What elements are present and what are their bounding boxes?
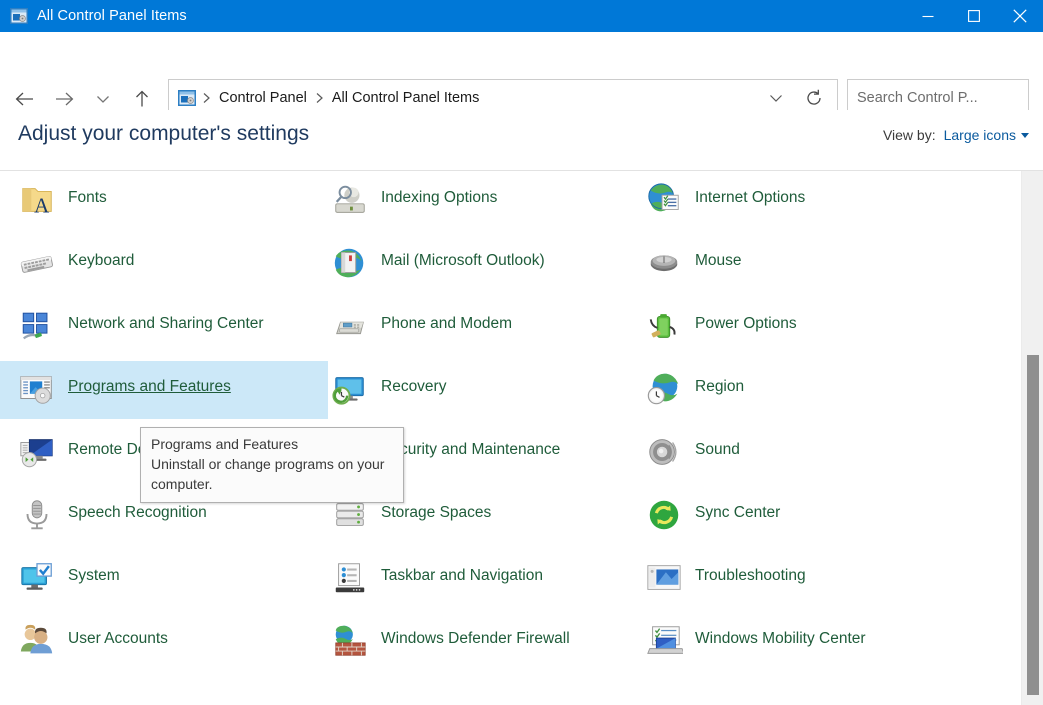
sync-center-icon <box>641 492 687 538</box>
troubleshooting-icon <box>641 555 687 601</box>
control-panel-item-label[interactable]: Recovery <box>373 366 446 399</box>
control-panel-item-label[interactable]: System <box>60 555 120 588</box>
arrow-right-icon <box>54 91 74 107</box>
vertical-scrollbar[interactable] <box>1021 171 1043 705</box>
remote-desktop-icon <box>14 429 60 475</box>
control-panel-item[interactable]: Indexing Options <box>327 172 497 230</box>
control-panel-item-label[interactable]: Network and Sharing Center <box>60 303 264 336</box>
control-panel-item-label[interactable]: Sound <box>687 429 740 462</box>
control-panel-window: All Control Panel Items <box>0 0 1043 705</box>
svg-text:A: A <box>34 193 49 217</box>
refresh-icon <box>805 89 823 107</box>
minimize-icon <box>922 10 934 22</box>
control-panel-item[interactable]: Power Options <box>641 298 797 356</box>
control-panel-item[interactable]: Internet Options <box>641 172 805 230</box>
control-panel-item-label[interactable]: Mail (Microsoft Outlook) <box>373 240 545 273</box>
keyboard-icon <box>14 240 60 286</box>
window-title: All Control Panel Items <box>37 8 187 24</box>
control-panel-item-label[interactable]: User Accounts <box>60 618 168 651</box>
close-icon <box>1013 9 1027 23</box>
control-panel-item-label[interactable]: Windows Defender Firewall <box>373 618 570 651</box>
navigation-bar: Control Panel All Control Panel Items <box>0 32 1043 99</box>
network-sharing-icon <box>14 303 60 349</box>
speech-recognition-icon <box>14 492 60 538</box>
control-panel-icon <box>178 90 196 106</box>
control-panel-item-label[interactable]: Fonts <box>60 177 107 210</box>
sound-icon <box>641 429 687 475</box>
control-panel-item[interactable]: Windows Defender Firewall <box>327 613 570 671</box>
control-panel-item[interactable]: Keyboard <box>14 235 134 293</box>
internet-options-icon <box>641 177 687 223</box>
control-panel-item-label[interactable]: Keyboard <box>60 240 134 273</box>
page-header: Adjust your computer's settings View by:… <box>0 110 1043 170</box>
arrow-up-icon <box>134 90 150 108</box>
mail-icon <box>327 240 373 286</box>
control-panel-item[interactable]: Recovery <box>327 361 446 419</box>
recovery-icon <box>327 366 373 412</box>
arrow-left-icon <box>15 91 35 107</box>
breadcrumb-separator-icon <box>309 92 330 104</box>
mouse-icon <box>641 240 687 286</box>
title-bar: All Control Panel Items <box>0 0 1043 32</box>
search-input[interactable] <box>857 90 1043 106</box>
scrollbar-thumb[interactable] <box>1027 355 1039 695</box>
region-icon <box>641 366 687 412</box>
view-by-value[interactable]: Large icons <box>944 127 1016 143</box>
chevron-down-icon <box>95 93 111 105</box>
control-panel-item[interactable]: Region <box>641 361 744 419</box>
breadcrumb-all-control-panel-items[interactable]: All Control Panel Items <box>330 90 481 106</box>
control-panel-item[interactable]: A Fonts <box>14 172 107 230</box>
control-panel-item[interactable]: Network and Sharing Center <box>14 298 264 356</box>
maximize-icon <box>968 10 980 22</box>
tooltip-title: Programs and Features <box>151 434 393 454</box>
window-controls <box>905 0 1043 32</box>
control-panel-item[interactable]: Phone and Modem <box>327 298 512 356</box>
page-title: Adjust your computer's settings <box>18 122 309 146</box>
caret-down-icon[interactable] <box>1021 133 1029 138</box>
control-panel-item[interactable]: Programs and Features <box>0 361 328 419</box>
control-panel-item[interactable]: System <box>14 550 120 608</box>
control-panel-icon <box>10 8 28 24</box>
control-panel-item-label[interactable]: Power Options <box>687 303 797 336</box>
control-panel-item-label[interactable]: Internet Options <box>687 177 805 210</box>
fonts-icon: A <box>14 177 60 223</box>
power-options-icon <box>641 303 687 349</box>
control-panel-item[interactable]: Sound <box>641 424 740 482</box>
indexing-options-icon <box>327 177 373 223</box>
control-panel-item-label[interactable]: Phone and Modem <box>373 303 512 336</box>
windows-mobility-center-icon <box>641 618 687 664</box>
view-by-control[interactable]: View by: Large icons <box>883 127 1029 143</box>
control-panel-item[interactable]: User Accounts <box>14 613 168 671</box>
control-panel-item-label[interactable]: Region <box>687 366 744 399</box>
minimize-button[interactable] <box>905 0 951 32</box>
view-by-label: View by: <box>883 127 936 143</box>
user-accounts-icon <box>14 618 60 664</box>
control-panel-item[interactable]: Taskbar and Navigation <box>327 550 543 608</box>
control-panel-item-label[interactable]: Windows Mobility Center <box>687 618 866 651</box>
control-panel-item-label[interactable]: Indexing Options <box>373 177 497 210</box>
control-panel-item-label[interactable]: Mouse <box>687 240 742 273</box>
control-panel-item-label[interactable]: Troubleshooting <box>687 555 806 588</box>
maximize-button[interactable] <box>951 0 997 32</box>
programs-features-icon <box>14 366 60 412</box>
control-panel-item-label[interactable]: Taskbar and Navigation <box>373 555 543 588</box>
taskbar-navigation-icon <box>327 555 373 601</box>
windows-defender-firewall-icon <box>327 618 373 664</box>
control-panel-item-label[interactable]: Sync Center <box>687 492 780 525</box>
control-panel-item[interactable]: Mouse <box>641 235 742 293</box>
control-panel-item-label[interactable]: Programs and Features <box>60 366 231 399</box>
tooltip-description: Uninstall or change programs on your com… <box>151 454 393 494</box>
tooltip: Programs and Features Uninstall or chang… <box>140 427 404 503</box>
control-panel-item[interactable]: Troubleshooting <box>641 550 806 608</box>
control-panel-item[interactable]: Mail (Microsoft Outlook) <box>327 235 545 293</box>
breadcrumb-separator-icon <box>196 92 217 104</box>
chevron-down-icon <box>768 92 784 104</box>
control-panel-item[interactable]: Windows Mobility Center <box>641 613 866 671</box>
control-panel-item[interactable]: Sync Center <box>641 487 780 545</box>
close-button[interactable] <box>997 0 1043 32</box>
breadcrumb-control-panel[interactable]: Control Panel <box>217 90 309 106</box>
phone-modem-icon <box>327 303 373 349</box>
system-icon <box>14 555 60 601</box>
